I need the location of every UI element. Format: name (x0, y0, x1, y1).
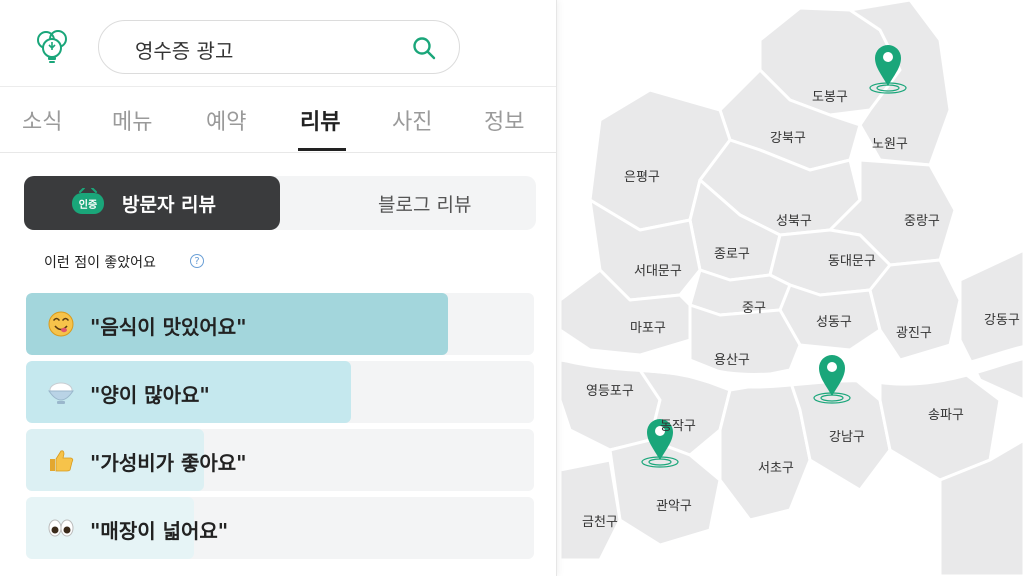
review-type-toggle: 인증 방문자 리뷰 블로그 리뷰 (24, 176, 536, 230)
yum-face-icon (48, 311, 74, 337)
tab-reviews[interactable]: 리뷰 (300, 104, 340, 136)
tab-reservation[interactable]: 예약 (206, 104, 246, 136)
place-panel: 영수증 광고 소식 메뉴 예약 리뷰 사진 정보 인증 방문자 리뷰 블로그 리… (0, 0, 557, 576)
district-label-eunpyeong: 은평구 (624, 170, 660, 185)
rice-bowl-icon (48, 382, 74, 404)
district-label-dobong: 도봉구 (812, 90, 848, 105)
district-label-songpa: 송파구 (928, 408, 964, 423)
keyword-label: "매장이 넓어요" (90, 519, 229, 543)
district-label-seodaemun: 서대문구 (634, 264, 682, 279)
tab-bar: 소식 메뉴 예약 리뷰 사진 정보 (0, 86, 556, 153)
verified-badge-text: 인증 (79, 198, 97, 211)
active-tab-indicator (298, 148, 346, 151)
district-label-dongjak: 동작구 (660, 419, 696, 434)
district-label-dongdaemun: 동대문구 (828, 254, 876, 269)
keyword-label: "가성비가 좋아요" (90, 451, 247, 475)
tab-news[interactable]: 소식 (22, 104, 62, 136)
district-label-geumcheon: 금천구 (582, 515, 618, 530)
blog-review-label: 블로그 리뷰 (378, 194, 472, 216)
district-label-gangdong: 강동구 (984, 313, 1020, 328)
district-label-gwangjin: 광진구 (896, 326, 932, 341)
search-icon[interactable] (411, 35, 437, 61)
tab-info[interactable]: 정보 (484, 104, 524, 136)
search-box[interactable]: 영수증 광고 (98, 20, 460, 74)
district-label-gangnam: 강남구 (829, 430, 865, 445)
district-label-seongbuk: 성북구 (776, 214, 812, 229)
search-input[interactable]: 영수증 광고 (135, 35, 233, 64)
blog-review-button[interactable]: 블로그 리뷰 (280, 176, 536, 230)
keyword-bar-tasty[interactable]: "음식이 맛있어요" (26, 293, 534, 355)
district-label-seocho: 서초구 (758, 461, 794, 476)
visitor-review-button[interactable]: 인증 방문자 리뷰 (24, 176, 280, 230)
tab-photos[interactable]: 사진 (392, 104, 432, 136)
brain-lightbulb-logo-icon[interactable] (32, 26, 72, 66)
district-label-mapo: 마포구 (630, 321, 666, 336)
keyword-bar-spacious[interactable]: "매장이 넓어요" (26, 497, 534, 559)
keyword-label: "음식이 맛있어요" (90, 315, 247, 339)
verified-badge-icon: 인증 (72, 188, 104, 214)
likes-heading: 이런 점이 좋았어요 (44, 255, 156, 271)
district-label-yeongdeungpo: 영등포구 (586, 384, 634, 399)
keyword-bar-portion[interactable]: "양이 많아요" (26, 361, 534, 423)
district-label-jung: 중구 (742, 301, 766, 316)
district-label-jongno: 종로구 (714, 247, 750, 262)
district-label-gangbuk: 강북구 (770, 131, 806, 146)
district-label-seongdong: 성동구 (816, 315, 852, 330)
district-label-yongsan: 용산구 (714, 353, 750, 368)
district-label-nowon: 노원구 (872, 137, 908, 152)
keyword-bar-value[interactable]: "가성비가 좋아요" (26, 429, 534, 491)
keyword-label: "양이 많아요" (90, 383, 210, 407)
thumbs-up-icon (50, 450, 74, 472)
district-label-jungnang: 중랑구 (904, 214, 940, 229)
tab-menu[interactable]: 메뉴 (112, 104, 152, 136)
help-icon[interactable]: ? (190, 254, 204, 268)
eyes-icon (48, 519, 74, 537)
visitor-review-label: 방문자 리뷰 (122, 194, 217, 216)
panel-header: 영수증 광고 (0, 0, 556, 87)
district-label-gwanak: 관악구 (656, 499, 692, 514)
